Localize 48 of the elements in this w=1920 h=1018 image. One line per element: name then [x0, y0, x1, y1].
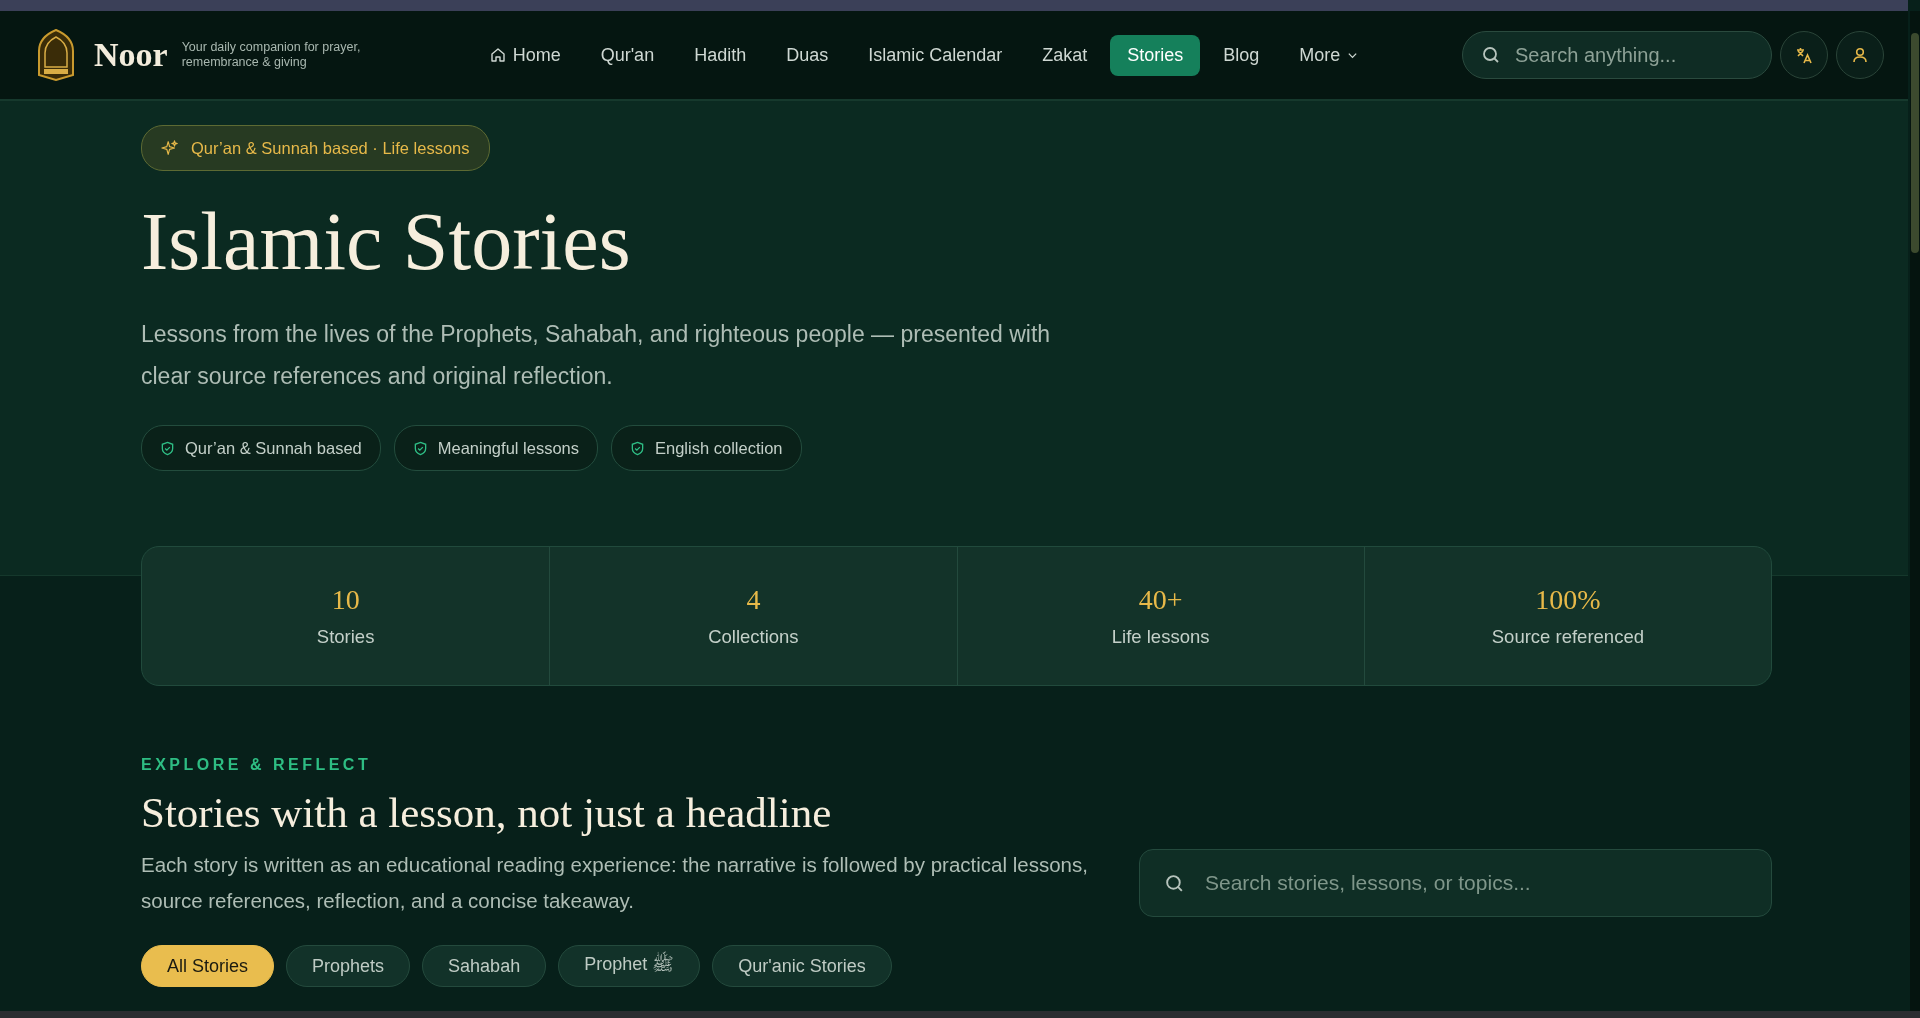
- filter-chip[interactable]: Prophet ﷺ: [558, 945, 701, 987]
- home-icon: [489, 47, 506, 63]
- search-icon: [1481, 45, 1501, 65]
- nav-link[interactable]: Blog: [1206, 34, 1277, 76]
- filter-chip[interactable]: Sahabah: [422, 945, 547, 987]
- shield-check-icon: [630, 440, 645, 456]
- filter-chip[interactable]: Qur'anic Stories: [712, 945, 892, 987]
- stat-label: Stories: [316, 626, 375, 648]
- shield-check-icon: [160, 440, 175, 456]
- filter-chip[interactable]: All Stories: [141, 945, 275, 987]
- stat-label: Life lessons: [1111, 626, 1210, 648]
- story-search-input[interactable]: Search stories, lessons, or topics...: [1203, 870, 1747, 896]
- page-title: Islamic Stories: [141, 201, 632, 283]
- nav-link[interactable]: More: [1282, 34, 1376, 76]
- search-icon: [1164, 872, 1185, 894]
- translate-icon[interactable]: [1780, 31, 1828, 79]
- search-input[interactable]: Search anything...: [1513, 42, 1753, 68]
- logo-icon[interactable]: [36, 29, 76, 81]
- stat-value: 4: [746, 584, 761, 616]
- nav-link[interactable]: Islamic Calendar: [851, 34, 1020, 76]
- brand-name[interactable]: Noor: [94, 36, 168, 74]
- stat-value: 100%: [1535, 584, 1601, 616]
- story-search-field[interactable]: Search stories, lessons, or topics...: [1139, 849, 1772, 917]
- nav-link[interactable]: Stories: [1110, 34, 1201, 76]
- brand-tagline: Your daily companion for prayer, remembrance & giving: [181, 40, 362, 70]
- feature-chip: Meaningful lessons: [393, 425, 598, 471]
- nav-link[interactable]: Zakat: [1025, 34, 1105, 76]
- section-description: Each story is written as an educational reading experience: the narrative is followed by practical lessons, source references, reflection, and a concise takeaway.: [141, 852, 1089, 914]
- section-eyebrow: EXPLORE & REFLECT: [141, 756, 373, 774]
- nav-link[interactable]: Hadith: [677, 34, 764, 76]
- sparkle-icon: [161, 139, 179, 157]
- shield-check-icon: [412, 440, 428, 456]
- feature-chip: Qur’an & Sunnah based: [141, 425, 381, 471]
- stat-value: 40+: [1138, 584, 1183, 616]
- feature-chip: English collection: [611, 425, 802, 471]
- hero-badge: Qur’an & Sunnah based · Life lessons: [141, 125, 490, 171]
- stat-label: Source referenced: [1491, 626, 1644, 648]
- user-icon[interactable]: [1836, 31, 1884, 79]
- nav-link[interactable]: Home: [472, 34, 578, 76]
- stat-label: Collections: [708, 626, 799, 648]
- stat-value: 10: [331, 584, 360, 616]
- scrollbar-thumb[interactable]: [1911, 33, 1919, 253]
- nav-link[interactable]: Duas: [769, 34, 846, 76]
- hero-subtitle: Lessons from the lives of the Prophets, Sahabah, and righteous people — presented with clear source references and original reflection.: [141, 320, 1052, 391]
- search-field[interactable]: Search anything...: [1462, 31, 1772, 79]
- nav-link[interactable]: Qur'an: [583, 34, 672, 76]
- section-title: Stories with a lesson, not just a headline: [141, 788, 833, 837]
- filter-chip[interactable]: Prophets: [286, 945, 411, 987]
